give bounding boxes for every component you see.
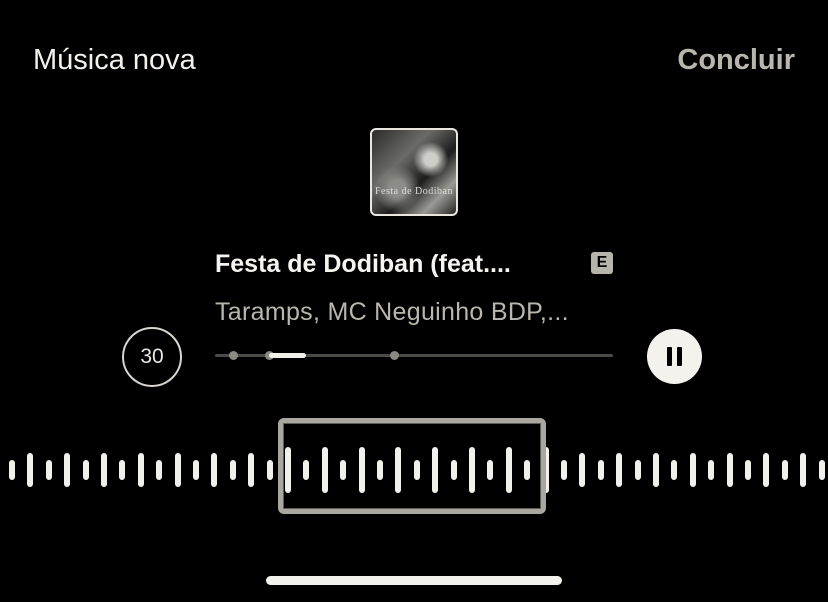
explicit-badge: E [591,252,613,274]
waveform-bar [745,460,751,480]
waveform-bar [689,453,696,487]
waveform-bar [763,453,770,487]
scrubber-marker [390,351,399,360]
waveform-bar [266,460,273,480]
scrubber-progress [269,353,306,358]
page-title: Música nova [33,44,196,76]
waveform-bar [634,460,641,480]
waveform-bar [653,453,659,487]
waveform-bar [82,460,89,480]
waveform-bar [726,453,733,487]
waveform-bar [671,460,678,480]
waveform-bar [137,453,144,487]
clip-duration-button[interactable]: 30 [122,327,182,387]
waveform-bar [64,453,71,487]
waveform-bar [101,453,107,487]
waveform-bar [708,460,715,480]
scrubber-marker [229,351,238,360]
done-button[interactable]: Concluir [677,44,795,77]
waveform-bar [800,453,807,487]
clip-selection-handle[interactable] [278,418,546,514]
waveform-bar [248,453,255,487]
album-artwork: Festa de Dodiban [370,128,458,216]
waveform-bar [119,460,126,480]
song-title: Festa de Dodiban (feat.... [215,250,511,278]
waveform-bar [229,460,236,480]
pause-button[interactable] [647,329,702,384]
waveform-bar [616,453,623,487]
waveform-bar [561,460,567,480]
artwork-text: Festa de Dodiban [375,186,453,197]
waveform-bar [45,460,52,480]
waveform-bar [211,453,218,487]
waveform-bar [27,453,34,487]
waveform-bar [579,453,586,487]
waveform-bar [781,460,788,480]
waveform-bar [174,453,181,487]
waveform-bar [818,460,825,480]
waveform-bar [193,460,199,480]
song-artists: Taramps, MC Neguinho BDP,... [215,298,569,326]
waveform-bar [597,460,604,480]
home-indicator [266,576,562,585]
waveform-bar [9,460,15,480]
waveform-bar [156,460,163,480]
